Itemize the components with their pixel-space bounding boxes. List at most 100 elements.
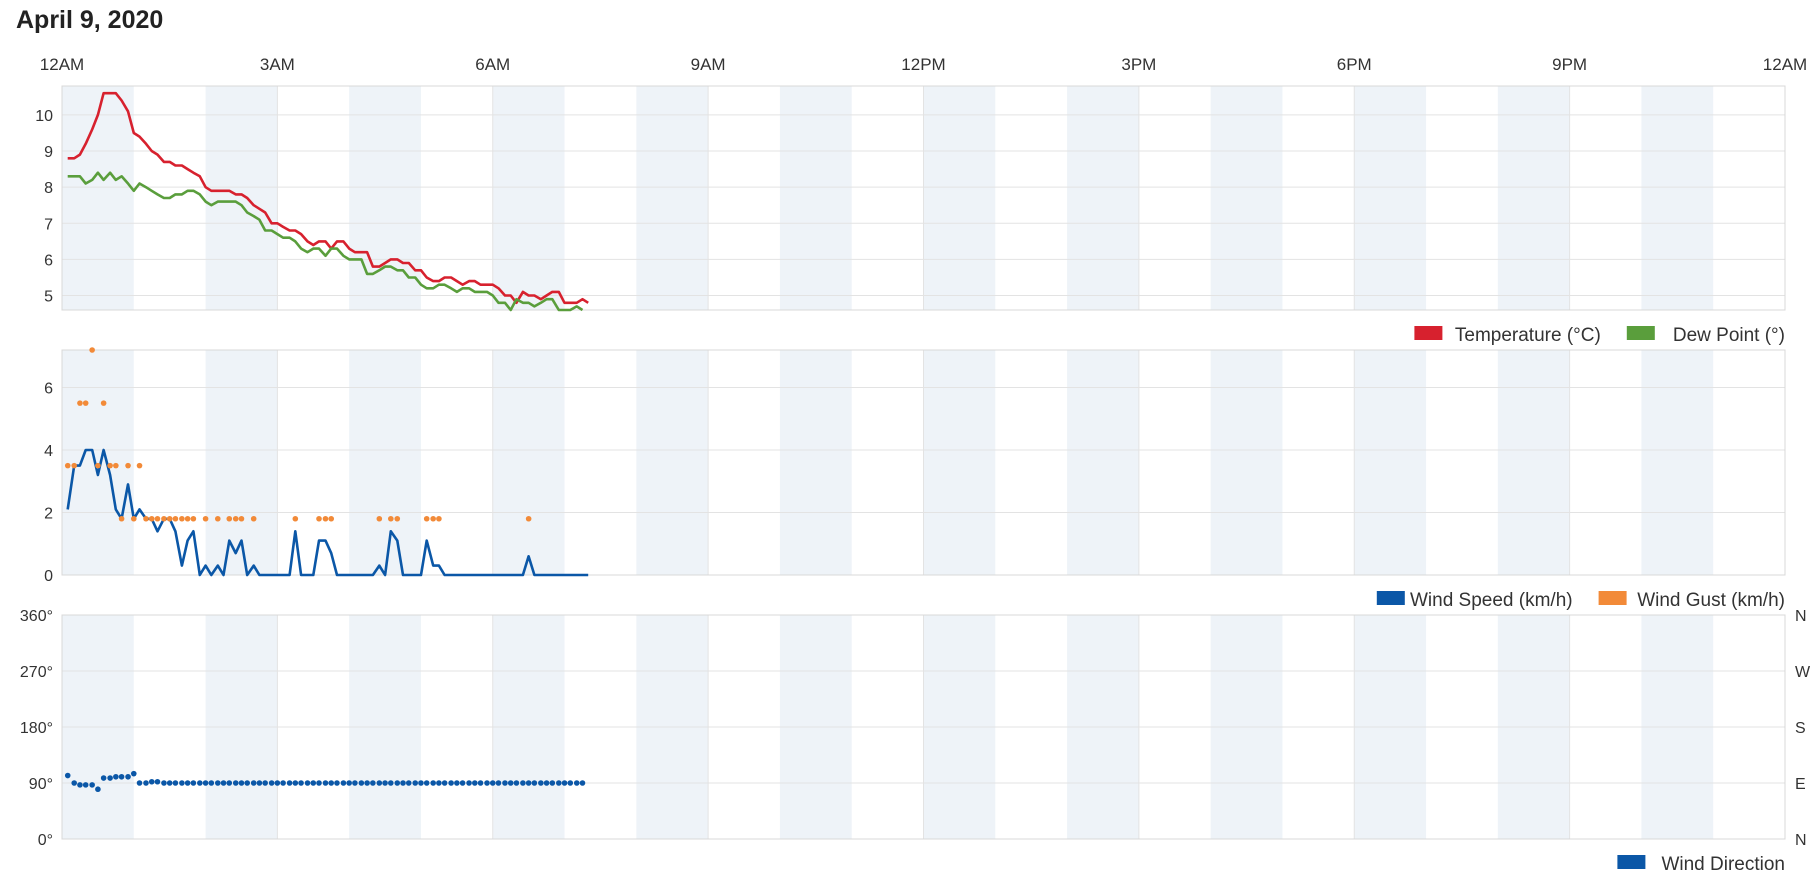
data-point: [71, 780, 78, 786]
y-tick-label: 90°: [29, 776, 53, 793]
hour-band: [923, 350, 996, 575]
hour-band: [1067, 350, 1139, 575]
data-point: [274, 780, 281, 786]
data-point: [262, 780, 268, 786]
data-point: [376, 515, 383, 522]
data-point: [573, 780, 580, 786]
y-tick-label: 270°: [20, 664, 53, 681]
data-point: [154, 515, 161, 522]
data-point: [364, 780, 370, 786]
data-point: [466, 780, 472, 786]
data-point: [322, 780, 329, 786]
data-point: [370, 780, 376, 786]
data-point: [292, 780, 299, 786]
y2-tick-label: E: [1795, 776, 1806, 793]
data-point: [388, 515, 394, 522]
data-point: [340, 780, 347, 786]
data-point: [484, 780, 490, 786]
hour-band: [1641, 86, 1714, 310]
y-tick-label: 7: [44, 216, 53, 233]
data-point: [238, 780, 245, 786]
y-tick-label: 4: [44, 443, 53, 460]
legend-swatch: [1598, 591, 1627, 605]
data-point: [538, 780, 544, 786]
data-point: [376, 780, 383, 786]
data-point: [166, 780, 173, 786]
y-tick-label: 0: [44, 568, 53, 585]
data-point: [423, 780, 430, 786]
data-point: [184, 780, 191, 786]
data-point: [179, 515, 185, 522]
data-point: [184, 515, 191, 522]
data-point: [125, 462, 131, 469]
legend-label: Wind Gust (km/h): [1637, 590, 1785, 611]
data-point: [95, 786, 101, 793]
data-point: [328, 515, 335, 522]
data-point: [130, 770, 137, 777]
data-point: [107, 775, 113, 781]
data-point: [304, 780, 311, 786]
data-point: [82, 400, 89, 406]
data-point: [100, 400, 107, 406]
hour-band: [636, 350, 709, 575]
y-tick-label: 5: [44, 289, 53, 306]
data-point: [143, 780, 149, 786]
data-point: [89, 347, 95, 353]
data-point: [100, 775, 107, 781]
data-point: [172, 780, 179, 786]
y-tick-label: 2: [44, 506, 53, 523]
data-point: [423, 515, 430, 522]
data-point: [118, 515, 125, 522]
data-point: [232, 515, 239, 522]
data-point: [250, 780, 257, 786]
data-point: [388, 780, 394, 786]
data-point: [412, 780, 419, 786]
data-point: [220, 780, 227, 786]
data-point: [352, 780, 358, 786]
data-point: [130, 515, 137, 522]
data-point: [238, 515, 245, 522]
data-point: [268, 780, 275, 786]
data-point: [561, 780, 568, 786]
data-point: [436, 515, 442, 522]
data-point: [430, 780, 436, 786]
legend-swatch: [1626, 326, 1655, 340]
hour-band: [779, 350, 852, 575]
hour-band: [62, 86, 134, 310]
hour-band: [492, 86, 565, 310]
hour-band: [1354, 86, 1427, 310]
hour-band: [492, 350, 565, 575]
y-tick-label: 6: [44, 381, 53, 398]
data-point: [316, 780, 322, 786]
data-point: [286, 780, 293, 786]
data-point: [232, 780, 239, 786]
x-tick-label: 3AM: [260, 55, 295, 74]
data-point: [136, 462, 143, 469]
x-tick-label: 6AM: [475, 55, 510, 74]
legend-swatch: [1617, 855, 1646, 869]
data-point: [256, 780, 263, 786]
data-point: [125, 773, 131, 780]
hour-band: [62, 350, 134, 575]
data-point: [226, 780, 233, 786]
x-tick-label: 12PM: [901, 55, 945, 74]
data-point: [322, 515, 329, 522]
data-point: [405, 780, 412, 786]
data-point: [334, 780, 340, 786]
x-tick-label: 9AM: [691, 55, 726, 74]
data-point: [441, 780, 448, 786]
data-point: [328, 780, 335, 786]
hour-band: [923, 86, 996, 310]
data-point: [202, 780, 209, 786]
y-tick-label: 360°: [20, 608, 53, 625]
data-point: [161, 780, 167, 786]
y2-tick-label: W: [1795, 664, 1811, 681]
y2-tick-label: N: [1795, 832, 1807, 849]
data-point: [502, 780, 508, 786]
data-point: [64, 462, 71, 469]
data-point: [118, 773, 125, 780]
data-point: [358, 780, 365, 786]
x-tick-label: 12AM: [1763, 55, 1807, 74]
data-point: [82, 782, 89, 788]
data-point: [525, 780, 532, 786]
